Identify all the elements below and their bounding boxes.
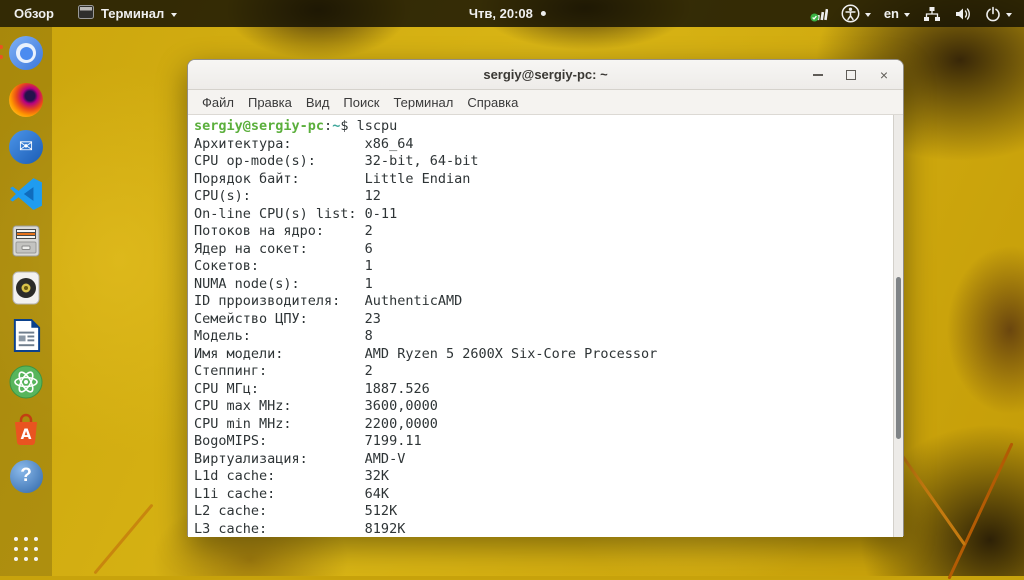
power-icon	[985, 6, 1001, 22]
terminal-line: CPU op-mode(s): 32-bit, 64-bit	[194, 153, 889, 171]
speaker-icon	[9, 271, 43, 305]
accessibility-menu[interactable]	[841, 0, 871, 27]
menu-item-3[interactable]: Вид	[299, 95, 337, 110]
menu-item-4[interactable]: Поиск	[336, 95, 386, 110]
thunderbird-icon: ✉	[9, 130, 43, 164]
dock-item-thunderbird[interactable]: ✉	[7, 128, 45, 166]
chevron-down-icon	[904, 13, 910, 17]
command-text: lscpu	[357, 118, 398, 134]
menu-item-5[interactable]: Терминал	[386, 95, 460, 110]
clock-label: Чтв, 20:08	[469, 6, 533, 21]
terminal-line: Порядок байт: Little Endian	[194, 171, 889, 189]
terminal-line: ID прроизводителя: AuthenticAMD	[194, 293, 889, 311]
terminal-output[interactable]: sergiy@sergiy-pc:~$ lscpu Архитектура: x…	[188, 115, 903, 537]
help-icon: ?	[10, 460, 43, 493]
dock-item-vscode[interactable]	[7, 175, 45, 213]
menu-item-6[interactable]: Справка	[460, 95, 525, 110]
activities-button[interactable]: Обзор	[0, 0, 68, 27]
terminal-line: Степпинг: 2	[194, 363, 889, 381]
terminal-line: On-line CPU(s) list: 0-11	[194, 206, 889, 224]
atom-icon	[9, 365, 43, 399]
accessibility-icon	[841, 4, 860, 23]
dock-item-file-cabinet[interactable]	[7, 222, 45, 260]
chromium-icon	[9, 36, 43, 70]
dock: ✉	[0, 27, 52, 576]
maximize-button[interactable]	[844, 68, 858, 82]
terminal-line: BogoMIPS: 7199.11	[194, 433, 889, 451]
language-menu[interactable]: en	[884, 0, 910, 27]
terminal-line: CPU min MHz: 2200,0000	[194, 416, 889, 434]
app-menu-terminal[interactable]: Терминал	[68, 0, 187, 27]
leaf-stem	[93, 504, 153, 575]
terminal-app-icon	[78, 5, 94, 22]
prompt-separator: :	[324, 118, 332, 134]
terminal-line: Ядер на сокет: 6	[194, 241, 889, 259]
menu-item-2[interactable]: Правка	[241, 95, 299, 110]
terminal-line: L1d cache: 32K	[194, 468, 889, 486]
leaf-stem	[895, 446, 966, 546]
terminal-line: Имя модели: AMD Ryzen 5 2600X Six-Core P…	[194, 346, 889, 364]
terminal-line: L3 cache: 8192K	[194, 521, 889, 538]
minimize-button[interactable]	[811, 68, 825, 82]
firefox-icon	[9, 83, 43, 117]
chevron-down-icon	[171, 13, 177, 17]
language-label: en	[884, 6, 899, 21]
leaf-stem	[947, 442, 1013, 579]
dock-item-atom[interactable]	[7, 363, 45, 401]
dock-item-firefox[interactable]	[7, 81, 45, 119]
dock-item-speaker-player[interactable]	[7, 269, 45, 307]
volume-icon[interactable]	[954, 0, 972, 27]
terminal-line: Потоков на ядро: 2	[194, 223, 889, 241]
scrollbar[interactable]	[893, 115, 903, 537]
chevron-down-icon	[865, 13, 871, 17]
network-check-icon[interactable]	[810, 0, 828, 27]
window-titlebar[interactable]: sergiy@sergiy-pc: ~ ×	[188, 60, 903, 90]
terminal-line: L2 cache: 512K	[194, 503, 889, 521]
vscode-icon	[9, 177, 43, 211]
prompt-symbol: $	[340, 118, 356, 134]
prompt-user-host: sergiy@sergiy-pc	[194, 118, 324, 134]
dock-item-libreoffice-writer[interactable]	[7, 316, 45, 354]
menu-bar: ФайлПравкаВидПоискТерминалСправка	[188, 90, 903, 115]
scrollbar-thumb[interactable]	[896, 277, 901, 439]
notification-dot	[541, 11, 546, 16]
file-cabinet-icon	[9, 224, 43, 258]
svg-text:A: A	[21, 427, 32, 443]
show-applications-button[interactable]	[7, 530, 45, 568]
clock-button[interactable]: Чтв, 20:08	[469, 0, 546, 27]
window-controls: ×	[811, 60, 891, 89]
show-applications-icon	[14, 537, 38, 561]
dock-item-ubuntu-software[interactable]: A	[7, 410, 45, 448]
window-title: sergiy@sergiy-pc: ~	[483, 67, 607, 82]
network-wired-icon[interactable]	[923, 0, 941, 27]
terminal-line: Архитектура: x86_64	[194, 136, 889, 154]
ubuntu-software-icon: A	[9, 412, 43, 446]
power-menu[interactable]	[985, 0, 1012, 27]
chevron-down-icon	[1006, 13, 1012, 17]
terminal-line: Семейство ЦПУ: 23	[194, 311, 889, 329]
terminal-line: CPU МГц: 1887.526	[194, 381, 889, 399]
terminal-line: Модель: 8	[194, 328, 889, 346]
close-button[interactable]: ×	[877, 68, 891, 82]
system-indicators: en	[810, 0, 1024, 27]
terminal-line: L1i cache: 64K	[194, 486, 889, 504]
libreoffice-writer-icon	[10, 319, 43, 352]
terminal-line: Виртуализация: AMD-V	[194, 451, 889, 469]
terminal-line: Сокетов: 1	[194, 258, 889, 276]
terminal-window: sergiy@sergiy-pc: ~ × ФайлПравкаВидПоиск…	[187, 59, 904, 536]
terminal-line: NUMA node(s): 1	[194, 276, 889, 294]
dock-item-chromium[interactable]	[7, 34, 45, 72]
terminal-line: CPU max MHz: 3600,0000	[194, 398, 889, 416]
top-bar: Обзор Терминал Чтв, 20:08	[0, 0, 1024, 27]
menu-item-1[interactable]: Файл	[195, 95, 241, 110]
app-menu-label: Терминал	[101, 6, 164, 21]
dock-item-help[interactable]: ?	[7, 457, 45, 495]
terminal-line: CPU(s): 12	[194, 188, 889, 206]
terminal-prompt-line: sergiy@sergiy-pc:~$ lscpu	[194, 118, 889, 136]
